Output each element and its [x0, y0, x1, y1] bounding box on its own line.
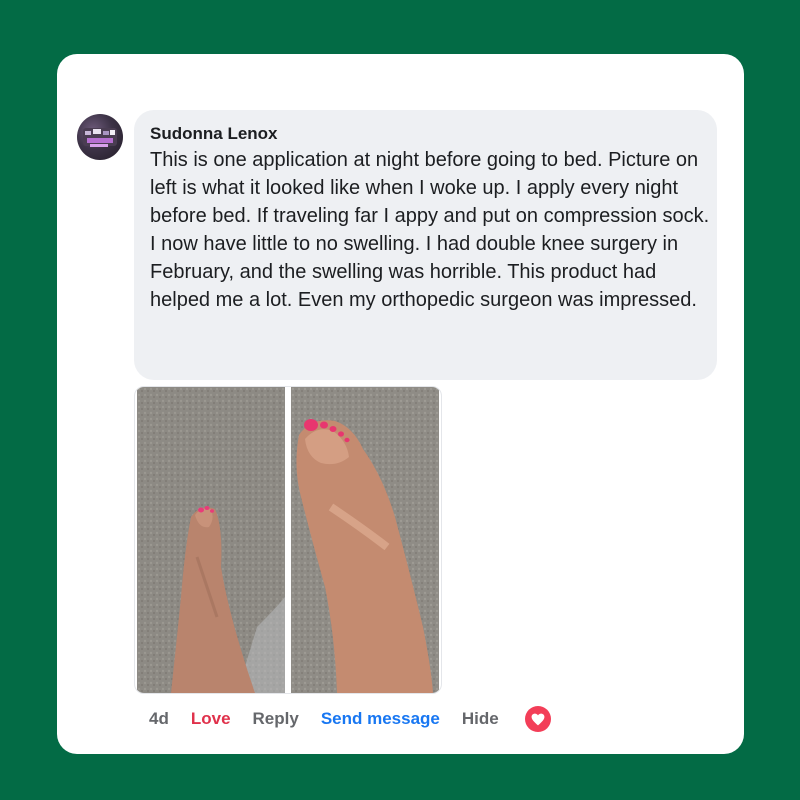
- comment-text: This is one application at night before …: [150, 149, 710, 311]
- comment-actions: 4d Love Reply Send message Hide: [149, 706, 551, 732]
- comment-card: Sudonna Lenox This is one application at…: [57, 54, 744, 754]
- photo-left-foot[interactable]: [137, 387, 285, 693]
- reply-button[interactable]: Reply: [253, 709, 299, 729]
- comment-photo-attachment[interactable]: [134, 386, 442, 694]
- comment-timestamp[interactable]: 4d: [149, 709, 169, 729]
- author-name[interactable]: Sudonna Lenox: [150, 124, 701, 144]
- hide-button[interactable]: Hide: [462, 709, 499, 729]
- love-button[interactable]: Love: [191, 709, 231, 729]
- heart-reaction-icon[interactable]: [524, 706, 551, 732]
- author-avatar[interactable]: [77, 114, 123, 160]
- photo-right-foot[interactable]: [291, 387, 439, 693]
- send-message-button[interactable]: Send message: [321, 709, 440, 729]
- comment-bubble: Sudonna Lenox This is one application at…: [134, 110, 717, 380]
